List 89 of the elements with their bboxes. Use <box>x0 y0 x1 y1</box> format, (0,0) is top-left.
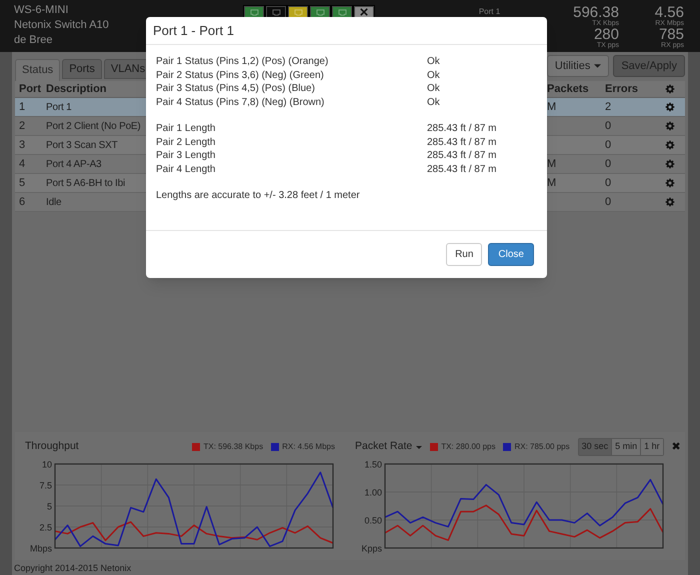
tab[interactable]: Ports <box>62 59 102 79</box>
port-icon[interactable] <box>288 6 308 18</box>
result-value: 285.43 ft / 87 m <box>427 149 498 162</box>
result-label: Pair 1 Status (Pins 1,2) (Pos) (Orange) <box>156 55 330 68</box>
axis-tick-label: Mbps <box>30 544 52 554</box>
table-cell-text: 0 <box>605 118 612 134</box>
table-cell-text: M <box>547 156 558 172</box>
result-label: Pair 2 Status (Pins 3,6) (Neg) (Green) <box>156 68 325 82</box>
result-value: Ok <box>427 55 441 68</box>
table-cell-text: 0 <box>605 194 612 210</box>
legend-swatch <box>503 443 512 451</box>
legend-label: TX: 280.00 pps <box>441 441 496 453</box>
caret-icon <box>594 64 602 68</box>
column-header: Packets <box>547 82 590 97</box>
legend-swatch <box>192 443 200 451</box>
result-label: Pair 3 Length <box>156 149 216 162</box>
toolbar-button[interactable]: Save/Apply <box>613 55 685 77</box>
result-label: Pair 4 Length <box>156 162 216 176</box>
device-info-line: WS-6-MINI <box>14 3 68 18</box>
accuracy-note: Lengths are accurate to +/- 3.28 feet / 1 meter <box>156 189 361 202</box>
axis-tick-label: 1.00 <box>364 488 382 498</box>
stat-value: 785 <box>658 27 684 42</box>
axis-tick-label: Kpps <box>361 544 382 554</box>
table-cell-text: 2 <box>605 100 612 115</box>
result-value: 285.43 ft / 87 m <box>427 136 498 149</box>
port-icon[interactable] <box>266 6 286 18</box>
result-value: 285.43 ft / 87 m <box>427 162 498 176</box>
chart-title: Throughput <box>25 439 79 454</box>
table-cell-text: 5 <box>18 176 26 191</box>
close-button[interactable]: ✖ <box>672 442 681 452</box>
result-label: Pair 3 Status (Pins 4,5) (Pos) (Blue) <box>156 82 316 96</box>
legend-swatch <box>430 443 438 451</box>
table-cell-text: 4 <box>18 156 26 172</box>
table-cell-text: 0 <box>605 176 612 191</box>
table-cell-text: Port 1 <box>46 100 72 114</box>
axis-tick-label: 5 <box>46 502 52 512</box>
result-label: Pair 2 Length <box>156 136 216 149</box>
dialog-button[interactable]: Close <box>488 243 534 266</box>
stat-value: 280 <box>592 27 619 42</box>
result-label: Pair 4 Status (Pins 7,8) (Neg) (Brown) <box>156 96 326 109</box>
table-cell-text: 6 <box>18 194 26 210</box>
table-cell-text: 3 <box>18 138 26 153</box>
toolbar-button[interactable]: Utilities <box>546 55 610 77</box>
table-cell-text: Idle <box>46 196 62 210</box>
caret-icon <box>416 446 422 448</box>
port-icon[interactable] <box>354 6 374 18</box>
port-icon[interactable] <box>244 6 264 18</box>
column-header: Errors <box>605 82 640 97</box>
result-value: Ok <box>427 96 441 109</box>
dialog-title: Port 1 - Port 1 <box>153 22 234 40</box>
table-cell-text: M <box>547 176 558 191</box>
legend-label: TX: 596.38 Kbps <box>203 441 264 453</box>
device-info-line: Netonix Switch A10 <box>14 18 109 33</box>
device-info-line: de Bree <box>14 33 53 48</box>
axis-tick-label: 2.5 <box>39 522 52 532</box>
table-cell-text: M <box>547 100 558 115</box>
axis-tick-label: 10 <box>42 460 52 470</box>
table-cell-text: 2 <box>18 118 26 134</box>
axis-tick-label: 7.5 <box>39 480 52 490</box>
column-header: Port <box>18 82 42 97</box>
legend-label: RX: 4.56 Mbps <box>282 441 335 453</box>
table-cell-text: Port 4 AP-A3 <box>46 158 102 172</box>
chart-title-dropdown[interactable]: Packet Rate <box>355 439 422 455</box>
result-value: 285.43 ft / 87 m <box>427 122 498 136</box>
legend-label: RX: 785.00 pps <box>514 441 570 453</box>
selected-port-label: Port 1 <box>478 6 500 18</box>
result-value: Ok <box>427 68 441 82</box>
table-cell-text: Port 3 Scan SXT <box>46 138 118 152</box>
axis-tick-label: 0.50 <box>364 516 382 526</box>
legend-swatch <box>271 443 280 451</box>
stat-value: 4.56 <box>654 5 684 20</box>
table-cell-text: 0 <box>605 138 612 153</box>
copyright: Copyright 2014-2015 Netonix <box>14 562 132 575</box>
port-icon[interactable] <box>332 6 352 18</box>
time-range-button[interactable]: 1 hr <box>640 439 663 455</box>
table-cell-text: Port 5 A6-BH to Ibi <box>46 176 126 190</box>
table-cell-text: 1 <box>18 100 26 115</box>
column-header: Description <box>46 82 107 97</box>
stat-value: 596.38 <box>572 5 619 20</box>
port-icon[interactable] <box>310 6 330 18</box>
time-range-button[interactable]: 5 min <box>611 439 640 455</box>
table-cell-text: Port 2 Client (No PoE) <box>46 120 141 134</box>
axis-tick-label: 1.50 <box>364 460 382 470</box>
result-value: Ok <box>427 82 441 96</box>
time-range-button[interactable]: 30 sec <box>578 439 612 455</box>
tab[interactable]: Status <box>15 59 60 81</box>
result-label: Pair 1 Length <box>156 122 216 136</box>
table-cell-text: 0 <box>605 156 612 172</box>
dialog-button[interactable]: Run <box>446 243 482 266</box>
